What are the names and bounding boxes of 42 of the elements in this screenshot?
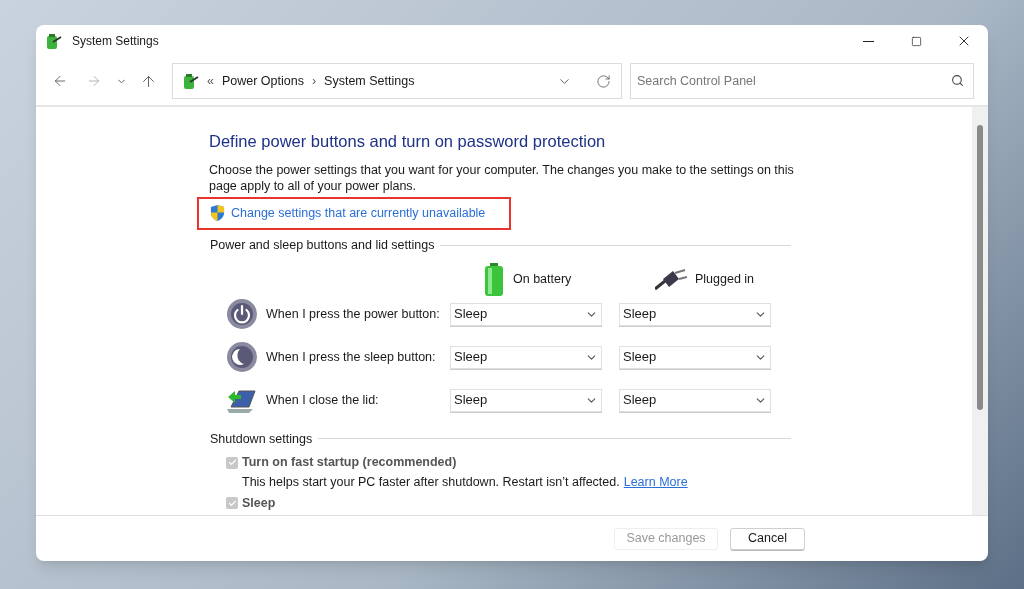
power-icon	[226, 298, 258, 330]
window-title: System Settings	[72, 33, 159, 50]
section-title: Shutdown settings	[210, 430, 313, 448]
breadcrumb-overflow[interactable]: «	[207, 71, 214, 91]
cancel-button[interactable]: Cancel	[730, 527, 805, 550]
page-description: Choose the power settings that you want for your computer. The changes you make to the settings on this page apply to all of your power plans.	[209, 161, 795, 194]
change-settings-link[interactable]: Change settings that are currently unavailable	[231, 203, 486, 223]
battery-icon	[483, 262, 505, 297]
breadcrumb-separator: ›	[311, 72, 317, 90]
option-description: This helps start your PC faster after shutdown. Restart isn’t affected.	[242, 474, 620, 491]
breadcrumb-item[interactable]: System Settings	[324, 71, 415, 91]
plug-icon	[655, 268, 687, 291]
moon-icon	[226, 341, 258, 373]
address-bar[interactable]: « Power Options › System Settings	[172, 63, 622, 99]
check-icon	[227, 458, 237, 468]
maximize-icon	[910, 35, 922, 47]
page-heading: Define power buttons and turn on password protection	[209, 131, 607, 152]
battery-plug-icon	[44, 32, 62, 50]
setting-label: When I close the lid:	[266, 391, 380, 409]
dropdown[interactable]: Sleep	[619, 388, 771, 412]
refresh-icon[interactable]	[596, 73, 611, 89]
dropdown[interactable]: Sleep	[619, 302, 771, 326]
battery-plug-icon	[181, 72, 199, 90]
check-icon	[227, 498, 237, 508]
checkbox-label: Sleep	[242, 494, 276, 512]
search-field[interactable]: Search Control Panel	[630, 63, 974, 99]
setting-label: When I press the sleep button:	[266, 348, 437, 366]
column-header: Plugged in	[695, 271, 755, 289]
shield-icon	[210, 205, 225, 222]
setting-label: When I press the power button:	[266, 305, 441, 323]
section-title: Power and sleep buttons and lid settings	[210, 236, 435, 254]
minimize-icon	[862, 40, 874, 42]
dropdown[interactable]: Sleep	[450, 345, 602, 369]
dropdown[interactable]: Sleep	[450, 388, 602, 412]
column-header: On battery	[513, 271, 572, 289]
checkbox-label: Turn on fast startup (recommended)	[242, 454, 457, 472]
search-icon	[951, 74, 964, 87]
forward-arrow-icon	[86, 73, 102, 89]
dropdown[interactable]: Sleep	[450, 302, 602, 326]
scrollbar[interactable]	[972, 107, 988, 515]
breadcrumb-item[interactable]: Power Options	[221, 71, 304, 91]
dropdown[interactable]: Sleep	[619, 345, 771, 369]
